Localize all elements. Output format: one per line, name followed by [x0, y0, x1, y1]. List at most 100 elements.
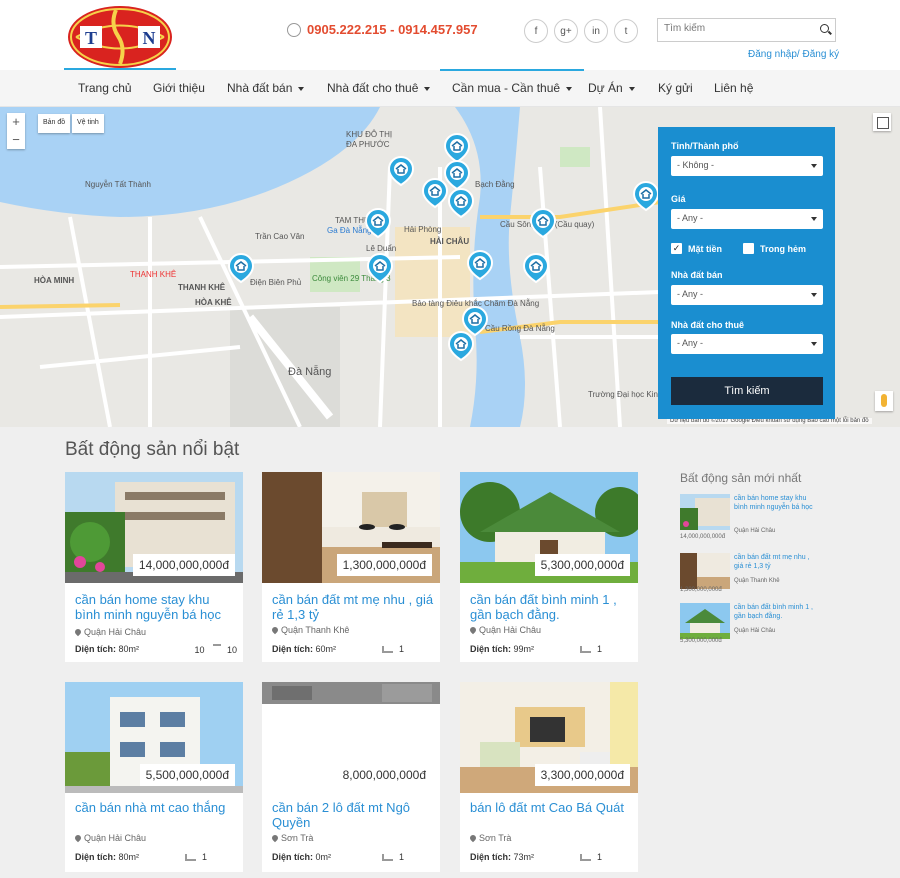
latest-item-title[interactable]: cần bán home stay khu bình minh nguyễn b… — [734, 494, 815, 512]
map-pin-icon — [73, 627, 83, 637]
bed-icon — [580, 646, 591, 654]
nav-label: Trang chủ — [78, 81, 132, 95]
search-input[interactable]: Tìm kiếm — [657, 18, 836, 42]
listing-card[interactable]: 5,300,000,000đ cần bán đất bình minh 1 ,… — [460, 472, 638, 662]
alley-checkbox[interactable]: Trong hẻm — [743, 243, 806, 254]
listing-price: 5,500,000,000đ — [139, 764, 235, 786]
sale-value: - Any - — [677, 289, 704, 299]
phone-icon — [287, 22, 301, 37]
latest-item-title[interactable]: cần bán đất bình minh 1 , gần bạch đằng. — [734, 603, 815, 621]
latest-thumb[interactable] — [680, 603, 730, 639]
bedroom-count: 10 — [194, 645, 205, 655]
city-select[interactable]: - Không - — [671, 156, 823, 176]
area-value: 60m² — [315, 644, 337, 654]
twitter-icon[interactable]: t — [614, 19, 638, 43]
fullscreen-icon[interactable] — [873, 113, 891, 131]
listing-title[interactable]: cần bán home stay khu bình minh nguyễn b… — [75, 592, 237, 622]
zoom-in-button[interactable]: + — [7, 113, 25, 131]
search-icon[interactable] — [820, 24, 829, 33]
latest-item-location: Quận Hải Châu — [734, 528, 776, 534]
search-button[interactable]: Tìm kiếm — [671, 377, 823, 405]
nav-label: Giới thiệu — [153, 81, 205, 95]
listing-title[interactable]: bán lô đất mt Cao Bá Quát — [470, 800, 632, 815]
map-tab-map[interactable]: Bản đồ — [38, 114, 71, 133]
linkedin-icon[interactable]: in — [584, 19, 608, 43]
listing-card[interactable]: 8,000,000,000đ cần bán 2 lô đất mt Ngô Q… — [262, 682, 440, 872]
listing-title[interactable]: cần bán 2 lô đất mt Ngô Quyền — [272, 800, 434, 830]
latest-item[interactable]: cần bán đất mt mẹ nhu , giá rẻ 1,3 tỷ Qu… — [680, 553, 815, 601]
facebook-icon[interactable]: f — [524, 19, 548, 43]
map-pin-icon — [73, 833, 83, 843]
latest-title: Bất động sản mới nhất — [680, 471, 802, 485]
latest-item-location: Quận Hải Châu — [734, 628, 776, 634]
google-plus-icon[interactable]: g+ — [554, 19, 578, 43]
city-value: - Không - — [677, 160, 715, 170]
check-icon[interactable]: ✓ — [671, 243, 682, 254]
listing-title[interactable]: cần bán nhà mt cao thắng — [75, 800, 237, 815]
latest-item-title[interactable]: cần bán đất mt mẹ nhu , giá rẻ 1,3 tỷ — [734, 553, 815, 571]
listing-title[interactable]: cần bán đất bình minh 1 , gần bạch đằng. — [470, 592, 632, 622]
bed-icon — [382, 646, 393, 654]
latest-item[interactable]: cần bán đất bình minh 1 , gần bạch đằng.… — [680, 603, 815, 651]
checkbox-box[interactable] — [743, 243, 754, 254]
latest-thumb[interactable] — [680, 494, 730, 530]
bed-icon — [382, 854, 393, 862]
city-label: Tỉnh/Thành phố — [671, 141, 739, 151]
room-counts: 1 — [185, 852, 207, 862]
bedroom-count: 1 — [202, 852, 208, 862]
listing-title[interactable]: cần bán đất mt mẹ nhu , giá rẻ 1,3 tỷ — [272, 592, 434, 622]
area-value: 73m² — [513, 852, 535, 862]
latest-thumb[interactable] — [680, 553, 730, 589]
nav-item-rent[interactable]: Nhà đất cho thuê — [327, 70, 431, 107]
nav-item-contact[interactable]: Liên hệ — [714, 70, 753, 107]
listing-meta: Diện tích: 80m² 1 — [75, 852, 237, 862]
rent-select[interactable]: - Any - — [671, 334, 823, 354]
location-text: Quận Hải Châu — [84, 627, 147, 637]
listing-meta: Diện tích: 0m² 1 — [272, 852, 434, 862]
search-placeholder: Tìm kiếm — [664, 23, 706, 34]
listing-price: 14,000,000,000đ — [132, 554, 235, 576]
area-value: 99m² — [513, 644, 535, 654]
alley-label: Trong hẻm — [760, 243, 807, 254]
nav-item-sale[interactable]: Nhà đất bán — [227, 70, 305, 107]
listing-location: Sơn Trà — [270, 833, 314, 843]
latest-item[interactable]: cần bán home stay khu bình minh nguyễn b… — [680, 494, 815, 542]
listing-location: Quận Hải Châu — [73, 627, 147, 637]
featured-title: Bất động sản nổi bật — [65, 439, 240, 460]
login-register-link[interactable]: Đăng nhập/ Đăng ký — [748, 49, 839, 60]
chevron-down-icon — [628, 86, 635, 91]
nav-item-home[interactable]: Trang chủ — [78, 70, 132, 107]
listing-card[interactable]: 1,300,000,000đ cần bán đất mt mẹ nhu , g… — [262, 472, 440, 662]
company-logo[interactable]: T N — [66, 4, 174, 70]
bed-icon — [185, 854, 196, 862]
listing-card[interactable]: 14,000,000,000đ cần bán home stay khu bì… — [65, 472, 243, 662]
chevron-down-icon — [566, 86, 573, 91]
area-value: 80m² — [118, 852, 140, 862]
nav-item-consign[interactable]: Ký gửi — [658, 70, 693, 107]
location-text: Sơn Trà — [281, 833, 314, 843]
listing-card[interactable]: 5,500,000,000đ cần bán nhà mt cao thắng … — [65, 682, 243, 872]
street-view-pegman-icon[interactable] — [875, 391, 893, 411]
latest-item-price: 5,300,000,000đ — [680, 638, 722, 644]
map-pin-icon — [270, 833, 280, 843]
location-text: Sơn Trà — [479, 833, 512, 843]
map-pin-icon — [468, 625, 478, 635]
sale-select[interactable]: - Any - — [671, 285, 823, 305]
price-select[interactable]: - Any - — [671, 209, 823, 229]
chevron-down-icon — [424, 86, 431, 91]
listing-price: 8,000,000,000đ — [336, 764, 432, 786]
listing-location: Quận Hải Châu — [73, 833, 146, 843]
nav-label: Nhà đất cho thuê — [327, 81, 419, 95]
room-counts: 1 — [580, 852, 602, 862]
nav-item-wanted[interactable]: Cần mua - Cần thuê — [439, 69, 585, 107]
frontage-checkbox[interactable]: ✓ Mặt tiền — [671, 243, 722, 254]
listing-price: 1,300,000,000đ — [336, 554, 432, 576]
zoom-out-button[interactable]: − — [7, 131, 25, 149]
listing-meta: Diện tích: 99m² 1 — [470, 644, 632, 654]
shower-icon — [212, 644, 221, 653]
nav-item-projects[interactable]: Dự Án — [588, 70, 635, 107]
area-value: 80m² — [118, 644, 140, 654]
map-tab-satellite[interactable]: Vệ tinh — [72, 114, 104, 133]
listing-card[interactable]: 3,300,000,000đ bán lô đất mt Cao Bá Quát… — [460, 682, 638, 872]
nav-item-about[interactable]: Giới thiệu — [153, 70, 205, 107]
